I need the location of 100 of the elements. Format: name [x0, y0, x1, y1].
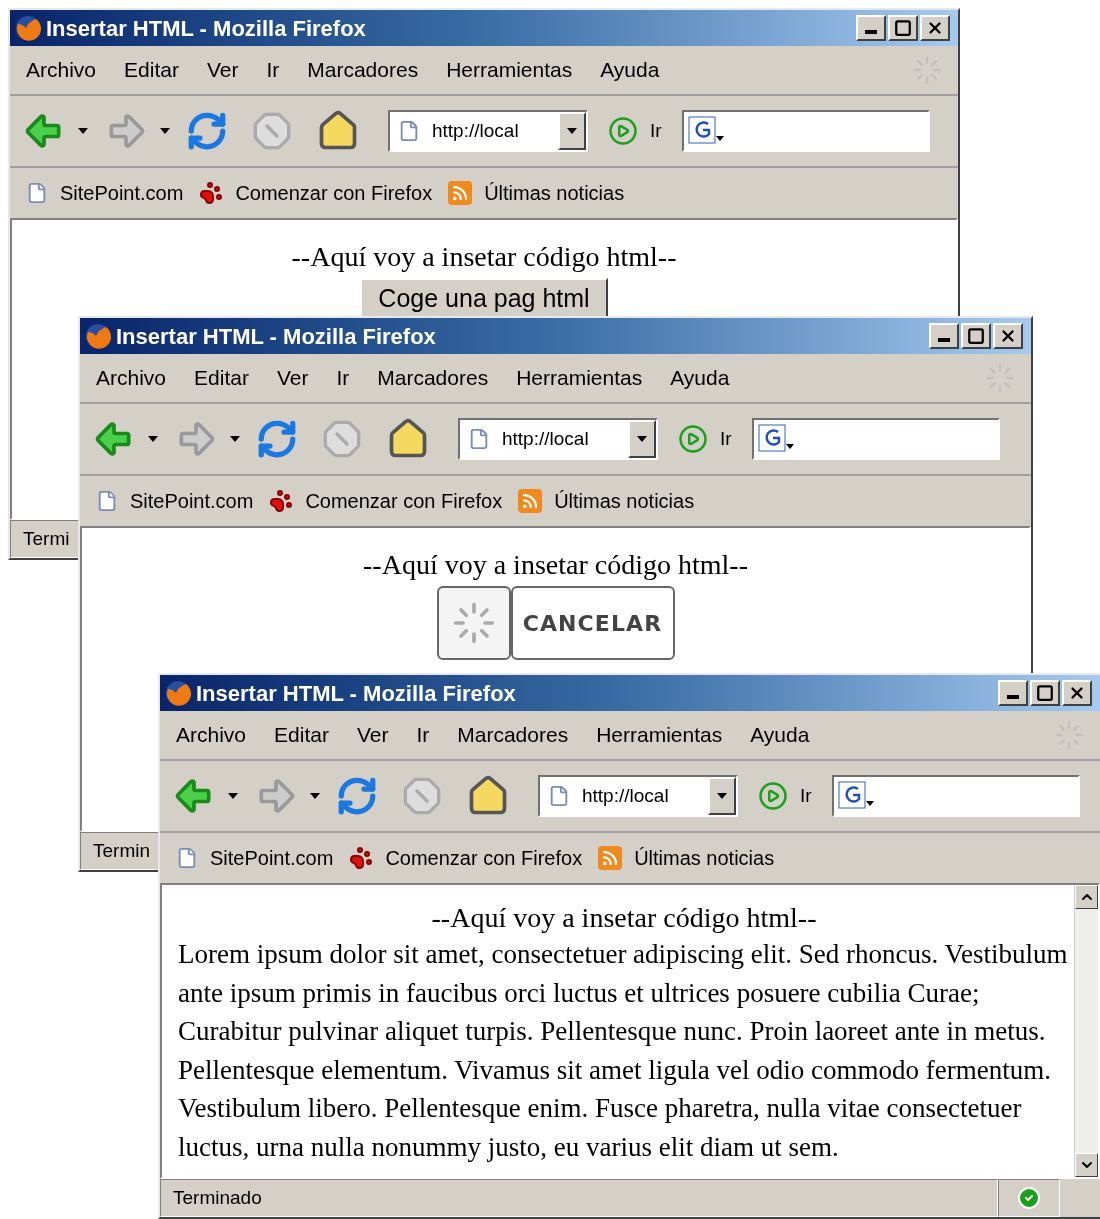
- dropdown-caret-icon[interactable]: [310, 793, 320, 799]
- bookmark-link[interactable]: Comenzar con Firefox: [385, 843, 583, 873]
- scroll-up-button[interactable]: [1075, 885, 1098, 909]
- dropdown-button[interactable]: [628, 420, 656, 458]
- menu-item[interactable]: Ver: [276, 362, 309, 394]
- logo-icon: [84, 322, 112, 350]
- dropdown-caret-icon[interactable]: [228, 793, 238, 799]
- close-icon: [1068, 684, 1086, 702]
- menu-item[interactable]: Marcadores: [307, 54, 419, 86]
- feed-icon: [518, 489, 543, 513]
- minimize-icon: [938, 338, 950, 342]
- load-page-button[interactable]: Coge una pag html: [360, 278, 608, 318]
- close-button[interactable]: [1062, 680, 1092, 706]
- logo-icon: [14, 14, 42, 42]
- paw-icon: [199, 181, 224, 205]
- page-heading: --Aquí voy a insetar código html--: [291, 240, 677, 274]
- menu-item[interactable]: Ayuda: [750, 719, 810, 751]
- dropdown-caret-icon[interactable]: [567, 128, 577, 134]
- menu-item[interactable]: Herramientas: [596, 719, 723, 751]
- address-text: http://local: [582, 783, 670, 808]
- status-text: Termin: [93, 838, 150, 863]
- go-label[interactable]: Ir: [800, 781, 812, 811]
- minimize-button[interactable]: [998, 680, 1028, 706]
- go-label[interactable]: Ir: [720, 424, 732, 454]
- menu-item[interactable]: Ayuda: [670, 362, 730, 394]
- reload-icon[interactable]: [336, 775, 378, 817]
- bookmark-link[interactable]: Comenzar con Firefox: [235, 178, 433, 208]
- menu-item[interactable]: Marcadores: [377, 362, 489, 394]
- bookmark-link[interactable]: SitePoint.com: [60, 178, 184, 208]
- menu-item[interactable]: Ver: [356, 719, 389, 751]
- bookmark-link[interactable]: Últimas noticias: [554, 486, 695, 516]
- maximize-icon: [894, 19, 912, 37]
- menu-item[interactable]: Archivo: [96, 362, 167, 394]
- maximize-button[interactable]: [961, 323, 991, 349]
- menu-item[interactable]: Ayuda: [600, 54, 660, 86]
- page-icon: [398, 120, 420, 142]
- bookmark-link[interactable]: Comenzar con Firefox: [305, 486, 503, 516]
- maximize-button[interactable]: [888, 15, 918, 41]
- paw-icon: [269, 489, 294, 513]
- dropdown-caret-icon[interactable]: [160, 128, 170, 134]
- cancel-button[interactable]: CANCELAR: [510, 586, 675, 660]
- close-icon: [926, 19, 944, 37]
- reload-icon[interactable]: [186, 110, 228, 152]
- address-text: http://local: [432, 118, 520, 143]
- menu-item[interactable]: Ir: [416, 719, 430, 751]
- search-field[interactable]: [831, 775, 1080, 817]
- dropdown-caret-icon[interactable]: [637, 436, 647, 442]
- search-field[interactable]: [751, 418, 1000, 460]
- maximize-button[interactable]: [1030, 680, 1060, 706]
- bookmark-link[interactable]: SitePoint.com: [210, 843, 334, 873]
- dropdown-button[interactable]: [708, 777, 736, 815]
- dropdown-button[interactable]: [558, 112, 586, 150]
- body-paragraph: Lorem ipsum dolor sit amet, consectetuer adipiscing elit. Sed rhoncus. Vestibulum ante ipsum primis in faucibus orci luctus et ultrices posuere cubilia Curae; Curabitur pulvinar aliquet turpis. Pellentesque nunc. Proin laoreet ante in metus. Pellentesque elementum. Vivamus sit amet ligula vel odio commodo fermentum. Vestibulum libero. Pellentesque enim. Fusce pharetra, nulla vitae consectetuer luctus, urna nulla nonummy justo, eu varius elit diam ut sem.: [178, 938, 1069, 1164]
- dropdown-caret-icon[interactable]: [78, 128, 88, 134]
- window-title: Insertar HTML - Mozilla Firefox: [46, 14, 366, 43]
- page-icon: [176, 847, 198, 869]
- dropdown-caret-icon[interactable]: [148, 436, 158, 442]
- page-heading: --Aquí voy a insetar código html--: [363, 548, 748, 582]
- menu-item[interactable]: Archivo: [26, 54, 97, 86]
- dropdown-caret-icon[interactable]: [230, 436, 240, 442]
- menu-item[interactable]: Ver: [206, 54, 239, 86]
- address-field[interactable]: http://local: [458, 418, 658, 460]
- go-label[interactable]: Ir: [650, 116, 662, 146]
- minimize-button[interactable]: [929, 323, 959, 349]
- menu-item[interactable]: Herramientas: [516, 362, 643, 394]
- menu-item[interactable]: Editar: [274, 719, 329, 751]
- feed-icon: [448, 181, 473, 205]
- minimize-icon: [1007, 695, 1019, 699]
- menu-item[interactable]: Herramientas: [446, 54, 573, 86]
- scrollbar[interactable]: [1074, 885, 1098, 1177]
- close-icon: [999, 327, 1017, 345]
- page-heading: --Aquí voy a insetar código html--: [430, 901, 818, 935]
- dropdown-caret-icon[interactable]: [717, 793, 727, 799]
- paw-icon: [349, 846, 374, 870]
- page-icon: [96, 490, 118, 512]
- status-text: Termi: [23, 526, 70, 551]
- menu-item[interactable]: Archivo: [176, 719, 247, 751]
- address-field[interactable]: http://local: [538, 775, 738, 817]
- menu-item[interactable]: Editar: [124, 54, 179, 86]
- close-button[interactable]: [993, 323, 1023, 349]
- search-field[interactable]: [681, 110, 930, 152]
- minimize-button[interactable]: [856, 15, 886, 41]
- logo-icon: [164, 679, 192, 707]
- menu-item[interactable]: Ir: [266, 54, 280, 86]
- bookmark-link[interactable]: SitePoint.com: [130, 486, 254, 516]
- reload-icon[interactable]: [256, 418, 298, 460]
- address-field[interactable]: http://local: [388, 110, 588, 152]
- bookmark-link[interactable]: Últimas noticias: [484, 178, 625, 208]
- menu-item[interactable]: Marcadores: [457, 719, 569, 751]
- page-icon: [548, 785, 570, 807]
- bookmark-link[interactable]: Últimas noticias: [634, 843, 775, 873]
- page-icon: [468, 428, 490, 450]
- menu-item[interactable]: Ir: [336, 362, 350, 394]
- scroll-down-button[interactable]: [1075, 1153, 1098, 1177]
- spinner-icon: [451, 601, 496, 645]
- feed-icon: [598, 846, 623, 870]
- minimize-icon: [865, 30, 877, 34]
- menu-item[interactable]: Editar: [194, 362, 249, 394]
- close-button[interactable]: [920, 15, 950, 41]
- status-text: Terminado: [173, 1185, 262, 1210]
